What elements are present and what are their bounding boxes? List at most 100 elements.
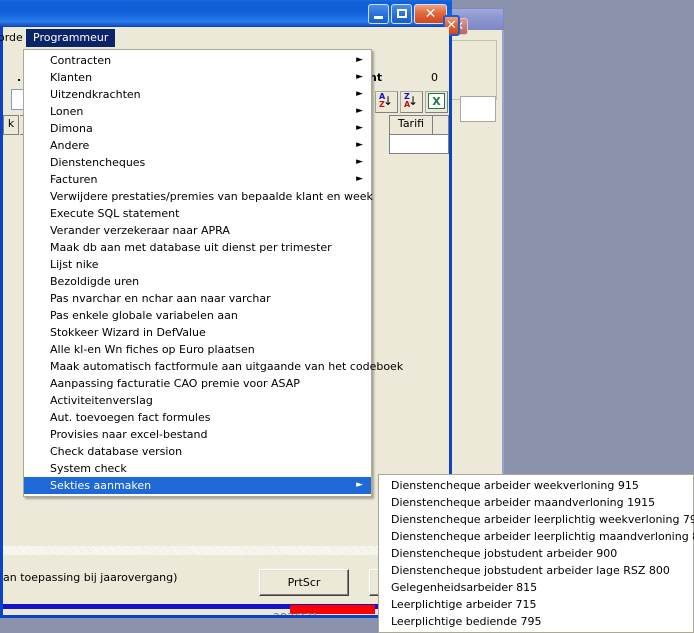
grid-header-extra[interactable] — [432, 115, 449, 135]
submenu-item-label: Leerplichtige arbeider 715 — [391, 598, 537, 611]
menu-item-contracten[interactable]: Contracten ► — [24, 52, 371, 69]
menu-item-aanpassing-facturatie[interactable]: Aanpassing facturatie CAO premie voor AS… — [24, 375, 371, 392]
menu-item-label: Pas nvarchar en nchar aan naar varchar — [50, 292, 271, 305]
menu-item-facturen[interactable]: Facturen ► — [24, 171, 371, 188]
footer-note: an toepassing bij jaarovergang) — [3, 571, 178, 584]
submenu-item-leerplichtige-arbeider-715[interactable]: Leerplichtige arbeider 715 — [379, 596, 693, 613]
menu-item-check-database-version[interactable]: Check database version — [24, 443, 371, 460]
menu-item-euro-plaatsen[interactable]: Alle kl-en Wn fiches op Euro plaatsen — [24, 341, 371, 358]
submenu-item-label: Dienstencheque arbeider maandverloning 1… — [391, 496, 656, 509]
grid-cell-k[interactable]: k — [3, 115, 19, 135]
menu-item-label: Pas enkele globale variabelen aan — [50, 309, 238, 322]
menu-item-aut-toevoegen-fact-formules[interactable]: Aut. toevoegen fact formules — [24, 409, 371, 426]
close-icon: ✕ — [424, 6, 437, 22]
chevron-right-icon: ► — [356, 123, 363, 133]
menu-item-lijst-nike[interactable]: Lijst nike — [24, 256, 371, 273]
grid-row-cell[interactable] — [389, 134, 449, 154]
menu-item-label: Provisies naar excel-bestand — [50, 428, 208, 441]
submenu-item-jobstudent-arbeider-900[interactable]: Dienstencheque jobstudent arbeider 900 — [379, 545, 693, 562]
sort-descending-button[interactable]: Z A ↓ — [400, 91, 423, 113]
menu-item-maak-factformule[interactable]: Maak automatisch factformule aan uitgaan… — [24, 358, 403, 375]
chevron-right-icon: ► — [356, 89, 363, 99]
menu-item-stokkeer-wizard[interactable]: Stokkeer Wizard in DefValue — [24, 324, 371, 341]
main-window-titlebar[interactable]: ✕ — [0, 0, 452, 27]
menu-item-label: Verwijdere prestaties/premies van bepaal… — [50, 190, 373, 203]
menu-bar: orde Programmeur — [0, 27, 449, 49]
menu-item-dienstencheques[interactable]: Dienstencheques ► — [24, 154, 371, 171]
sort-ascending-button[interactable]: A Z ↓ — [375, 91, 398, 113]
background-window-field[interactable] — [460, 96, 496, 122]
menu-item-label: Stokkeer Wizard in DefValue — [50, 326, 206, 339]
menu-item-verwijdere-prestaties[interactable]: Verwijdere prestaties/premies van bepaal… — [24, 188, 373, 205]
menubar-item-programmeur[interactable]: Programmeur — [26, 29, 116, 47]
excel-icon: X — [428, 93, 445, 109]
menu-item-pas-nvarchar[interactable]: Pas nvarchar en nchar aan naar varchar — [24, 290, 371, 307]
submenu-item-label: Gelegenheidsarbeider 815 — [391, 581, 538, 594]
menu-item-dimona[interactable]: Dimona ► — [24, 120, 371, 137]
menu-item-label: Dienstencheques — [50, 156, 146, 169]
submenu-item-arbeider-leerplichtig-maandverloning-8915[interactable]: Dienstencheque arbeider leerplichtig maa… — [379, 528, 694, 545]
menu-item-provisies-excel[interactable]: Provisies naar excel-bestand — [24, 426, 371, 443]
submenu-item-label: Dienstencheque jobstudent arbeider lage … — [391, 564, 670, 577]
menu-item-verander-verzekeraar[interactable]: Verander verzekeraar naar APRA — [24, 222, 371, 239]
menu-item-label: Alle kl-en Wn fiches op Euro plaatsen — [50, 343, 255, 356]
menu-item-label: Execute SQL statement — [50, 207, 180, 220]
chevron-right-icon: ► — [356, 106, 363, 116]
menu-item-lonen[interactable]: Lonen ► — [24, 103, 371, 120]
count-value: 0 — [431, 71, 438, 84]
background-window-panel — [449, 40, 497, 100]
submenu-item-label: Dienstencheque arbeider weekverloning 91… — [391, 479, 639, 492]
sort-arrow-down-icon: ↓ — [382, 94, 393, 108]
menu-item-label: Dimona — [50, 122, 93, 135]
menu-item-pas-globale-variabelen[interactable]: Pas enkele globale variabelen aan — [24, 307, 371, 324]
menu-item-andere[interactable]: Andere ► — [24, 137, 371, 154]
prtscr-button[interactable]: PrtScr — [259, 569, 349, 596]
menu-item-klanten[interactable]: Klanten ► — [24, 69, 371, 86]
menu-item-execute-sql[interactable]: Execute SQL statement — [24, 205, 371, 222]
minimize-icon — [374, 16, 383, 19]
chevron-right-icon: ► — [356, 480, 363, 490]
programmeur-dropdown-menu: Contracten ► Klanten ► Uitzendkrachten ►… — [23, 49, 403, 497]
chevron-right-icon: ► — [356, 174, 363, 184]
submenu-item-gelegenheidsarbeider-815[interactable]: Gelegenheidsarbeider 815 — [379, 579, 693, 596]
menu-item-label: Activiteitenverslag — [50, 394, 153, 407]
minimize-button[interactable] — [368, 4, 389, 24]
grid-header-tarif[interactable]: Tarifi — [389, 115, 433, 135]
menu-item-label: Contracten — [50, 54, 112, 67]
menu-item-label: Andere — [50, 139, 90, 152]
menu-item-maak-db[interactable]: Maak db aan met database uit dienst per … — [24, 239, 371, 256]
menu-item-uitzendkrachten[interactable]: Uitzendkrachten ► — [24, 86, 371, 103]
submenu-item-label: Dienstencheque arbeider leerplichtig wee… — [391, 513, 694, 526]
submenu-item-arbeider-leerplichtig-weekverloning-7915[interactable]: Dienstencheque arbeider leerplichtig wee… — [379, 511, 694, 528]
menu-item-label: Check database version — [50, 445, 183, 458]
sekties-aanmaken-submenu: Dienstencheque arbeider weekverloning 91… — [378, 474, 694, 633]
screen-root: ✕ ✕ ✕ orde Programmeur . Var k nt 0 — [0, 0, 694, 633]
menu-item-label: Facturen — [50, 173, 98, 186]
window-control-group: ✕ — [368, 4, 447, 24]
maximize-icon — [397, 9, 407, 18]
menu-item-label: Verander verzekeraar naar APRA — [50, 224, 230, 237]
menu-item-system-check[interactable]: System check — [24, 460, 371, 477]
export-excel-button[interactable]: X — [425, 91, 448, 113]
submenu-item-leerplichtige-bediende-795[interactable]: Leerplichtige bediende 795 — [379, 613, 693, 630]
sort-arrow-down-icon-2: ↓ — [407, 94, 418, 108]
menu-item-sekties-aanmaken[interactable]: Sekties aanmaken ► — [24, 477, 371, 494]
menu-item-label: Uitzendkrachten — [50, 88, 141, 101]
maximize-button[interactable] — [391, 4, 412, 24]
submenu-item-arbeider-weekverloning-915[interactable]: Dienstencheque arbeider weekverloning 91… — [379, 477, 693, 494]
chevron-right-icon: ► — [356, 157, 363, 167]
menu-item-activiteitenverslag[interactable]: Activiteitenverslag — [24, 392, 371, 409]
submenu-item-label: Dienstencheque arbeider leerplichtig maa… — [391, 530, 694, 543]
menu-item-bezoldigde-uren[interactable]: Bezoldigde uren — [24, 273, 371, 290]
menu-item-label: Sekties aanmaken — [50, 479, 152, 492]
submenu-item-jobstudent-arbeider-lage-rsz-800[interactable]: Dienstencheque jobstudent arbeider lage … — [379, 562, 693, 579]
submenu-item-label: Dienstencheque jobstudent arbeider 900 — [391, 547, 618, 560]
progress-counter: 283/271 — [273, 611, 319, 615]
menu-item-label: Maak automatisch factformule aan uitgaan… — [50, 360, 404, 373]
menu-item-label: Aut. toevoegen fact formules — [50, 411, 211, 424]
submenu-item-arbeider-maandverloning-1915[interactable]: Dienstencheque arbeider maandverloning 1… — [379, 494, 693, 511]
submenu-item-label: Leerplichtige bediende 795 — [391, 615, 542, 628]
menu-item-label: Maak db aan met database uit dienst per … — [50, 241, 332, 254]
menu-item-label: Aanpassing facturatie CAO premie voor AS… — [50, 377, 300, 390]
menu-item-label: Klanten — [50, 71, 93, 84]
